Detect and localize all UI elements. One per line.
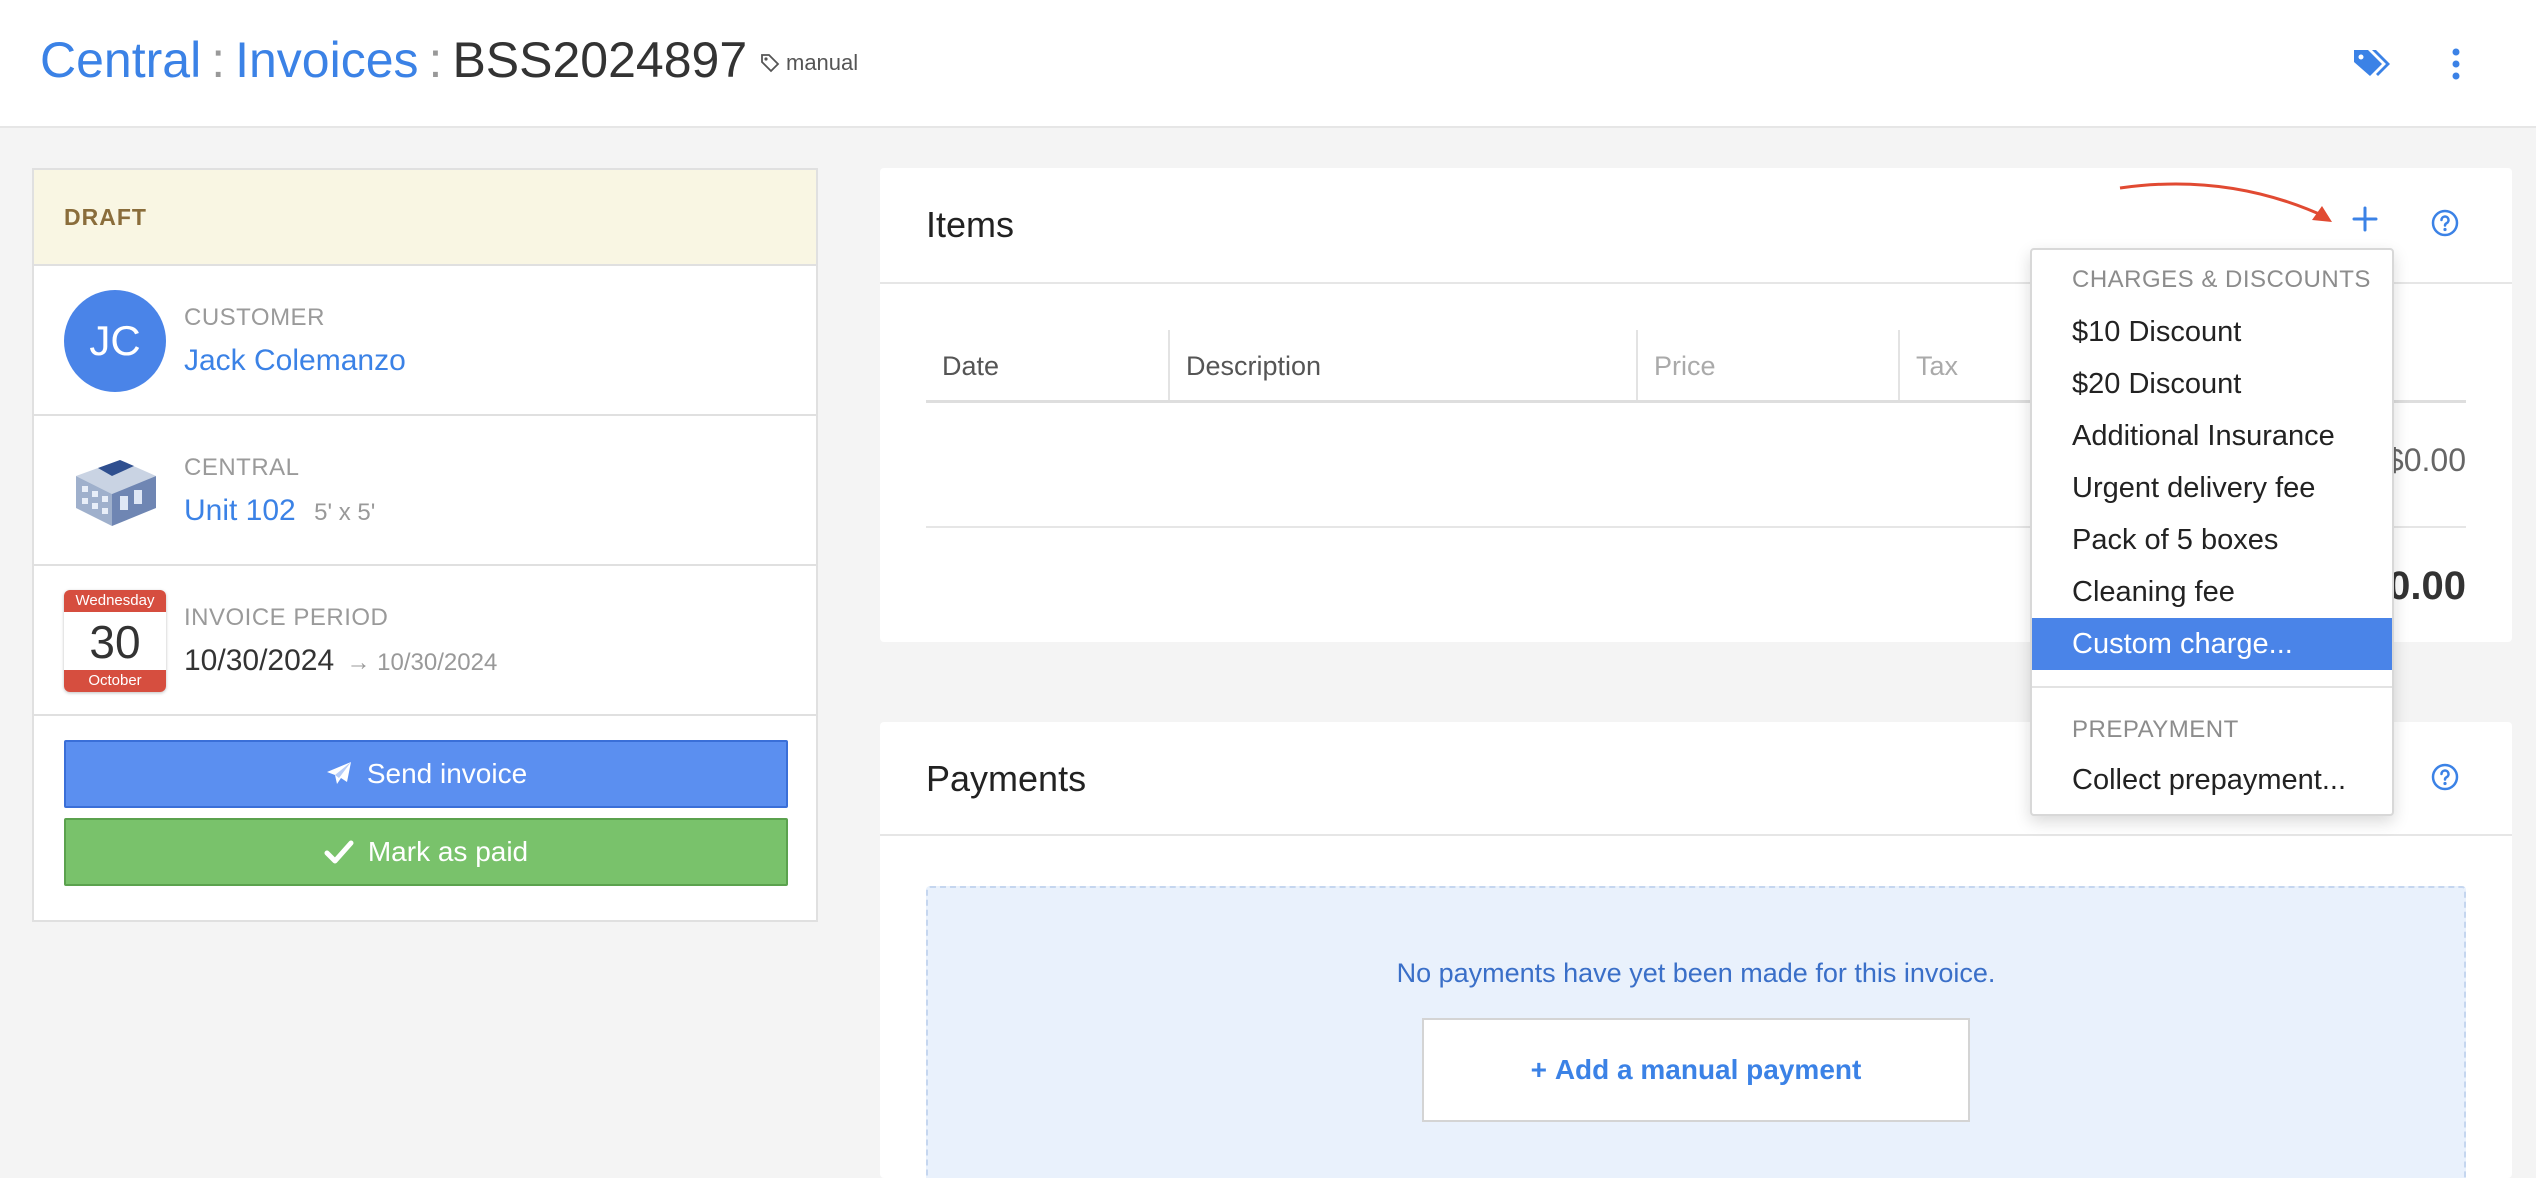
location-label: CENTRAL	[184, 454, 300, 481]
mark-as-paid-button[interactable]: Mark as paid	[64, 818, 788, 886]
breadcrumb-central[interactable]: Central	[40, 32, 201, 88]
page-header: Central: Invoices: BSS2024897 manual	[0, 0, 2536, 128]
annotation-arrow	[2119, 182, 2332, 222]
menu-item-pack-of-boxes[interactable]: Pack of 5 boxes	[2032, 514, 2392, 566]
menu-item-10-discount[interactable]: $10 Discount	[2032, 306, 2392, 358]
menu-section-prepayment: PREPAYMENT	[2072, 716, 2239, 743]
page-title: BSS2024897	[452, 32, 748, 88]
status-banner: DRAFT	[34, 170, 816, 266]
help-circle-icon[interactable]	[2430, 762, 2460, 792]
tag-label: manual	[786, 50, 859, 75]
paper-plane-icon	[326, 762, 351, 784]
column-header-description[interactable]: Description	[1168, 330, 1636, 402]
building-icon	[76, 460, 156, 526]
column-header-date[interactable]: Date	[926, 330, 1168, 402]
row-amount: $0.00	[2385, 442, 2466, 478]
breadcrumb: Central: Invoices: BSS2024897	[40, 28, 747, 92]
payments-empty-state: No payments have yet been made for this …	[926, 886, 2466, 1178]
period-start: 10/30/2024	[184, 644, 335, 677]
payments-header-divider	[880, 834, 2512, 836]
breadcrumb-invoices[interactable]: Invoices	[235, 32, 418, 88]
items-total: 0.00	[2388, 564, 2466, 608]
period-end-prefix: →	[346, 649, 378, 676]
period-row: Wednesday 30 October INVOICE PERIOD 10/3…	[34, 566, 816, 716]
period-end: 10/30/2024	[377, 649, 498, 676]
column-header-price[interactable]: Price	[1636, 330, 1898, 402]
period-label: INVOICE PERIOD	[184, 604, 389, 631]
status-badge: DRAFT	[64, 203, 147, 230]
menu-item-collect-prepayment[interactable]: Collect prepayment...	[2032, 754, 2392, 806]
menu-item-additional-insurance[interactable]: Additional Insurance	[2032, 410, 2392, 462]
calendar-day: 30	[89, 616, 141, 668]
help-circle-icon[interactable]	[2430, 208, 2460, 238]
more-vertical-icon[interactable]	[2444, 44, 2468, 84]
unit-info: Unit 102 5' x 5'	[184, 494, 375, 528]
mark-as-paid-label: Mark as paid	[367, 836, 529, 867]
no-payments-message: No payments have yet been made for this …	[1396, 958, 1996, 988]
breadcrumb-separator: :	[211, 32, 226, 88]
customer-label: CUSTOMER	[184, 304, 325, 331]
tag-icon	[761, 54, 780, 73]
send-invoice-button[interactable]: Send invoice	[64, 740, 788, 808]
plus-icon[interactable]	[2350, 204, 2380, 234]
menu-section-charges: CHARGES & DISCOUNTS	[2072, 266, 2371, 293]
customer-name-link[interactable]: Jack Colemanzo	[184, 344, 406, 378]
send-invoice-label: Send invoice	[366, 758, 528, 789]
invoice-summary-panel: DRAFT JC CUSTOMER Jack Colemanzo CENTRAL…	[32, 168, 818, 922]
unit-row: CENTRAL Unit 102 5' x 5'	[34, 416, 816, 566]
menu-item-cleaning-fee[interactable]: Cleaning fee	[2032, 566, 2392, 618]
menu-item-urgent-delivery[interactable]: Urgent delivery fee	[2032, 462, 2392, 514]
add-item-dropdown: CHARGES & DISCOUNTS $10 Discount $20 Dis…	[2030, 248, 2394, 816]
tags-icon[interactable]	[2352, 44, 2392, 84]
add-payment-prefix: +	[1530, 1054, 1555, 1085]
menu-item-20-discount[interactable]: $20 Discount	[2032, 358, 2392, 410]
customer-row: JC CUSTOMER Jack Colemanzo	[34, 266, 816, 416]
items-title: Items	[926, 204, 1015, 245]
menu-divider	[2032, 686, 2392, 688]
avatar: JC	[64, 290, 166, 392]
calendar-month: October	[64, 670, 166, 692]
add-manual-payment-button[interactable]: + Add a manual payment	[1422, 1018, 1970, 1122]
payments-title: Payments	[926, 758, 1087, 799]
add-payment-label: Add a manual payment	[1554, 1054, 1862, 1085]
invoice-tag[interactable]: manual	[760, 50, 858, 76]
calendar-weekday: Wednesday	[64, 590, 166, 612]
unit-link[interactable]: Unit 102	[184, 494, 296, 527]
unit-size: 5' x 5'	[314, 499, 376, 526]
breadcrumb-separator: :	[428, 32, 443, 88]
menu-item-custom-charge[interactable]: Custom charge...	[2032, 618, 2392, 670]
calendar-icon: Wednesday 30 October	[64, 590, 166, 692]
period-dates: 10/30/2024 → 10/30/2024	[184, 644, 497, 678]
check-icon	[324, 840, 354, 864]
